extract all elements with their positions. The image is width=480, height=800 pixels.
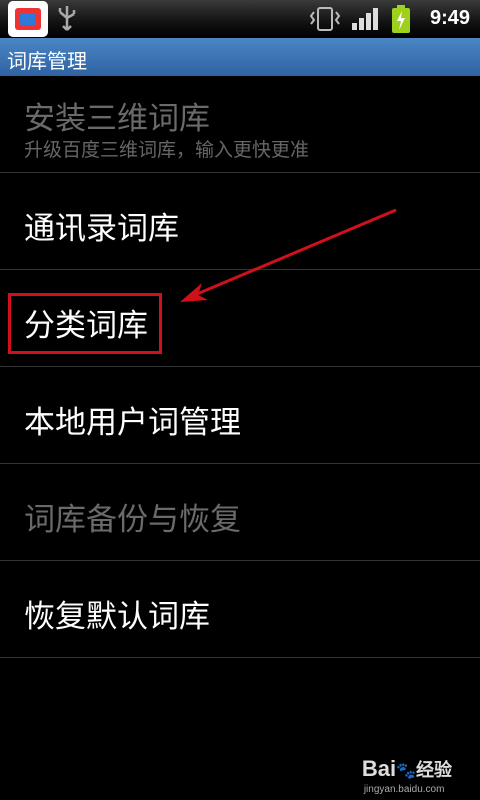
watermark-brand-2: 经验 <box>416 760 452 780</box>
list-item-summary: 升级百度三维词库，输入更快更准 <box>24 139 310 161</box>
watermark-url: jingyan.baidu.com <box>363 784 445 795</box>
page-title: 词库管理 <box>7 49 87 73</box>
paw-icon: 🐾 <box>396 763 416 780</box>
list-item-label: 安装三维词库 <box>24 101 210 137</box>
app-icon[interactable] <box>8 1 48 37</box>
list-item-backup-restore: 词库备份与恢复 <box>0 464 480 561</box>
list-item-install-3d-lexicon: 安装三维词库 升级百度三维词库，输入更快更准 <box>0 76 480 173</box>
list-item-label: 本地用户词管理 <box>24 405 241 441</box>
annotation-arrow <box>180 208 397 302</box>
list-item-label: 恢复默认词库 <box>24 599 210 635</box>
list-item-label: 词库备份与恢复 <box>24 502 241 538</box>
list-item-label: 通讯录词库 <box>24 211 179 247</box>
battery-charging-icon <box>392 5 410 33</box>
signal-icon <box>352 8 378 30</box>
annotation-highlight-box <box>8 293 162 354</box>
usb-icon <box>58 6 76 31</box>
baidu-jingyan-watermark: Bai🐾经验 jingyan.baidu.com <box>361 756 452 795</box>
status-clock: 9:49 <box>429 7 470 29</box>
title-bar: 词库管理 <box>0 38 480 76</box>
settings-list: 安装三维词库 升级百度三维词库，输入更快更准 通讯录词库 分类词库 本地用户词管… <box>0 76 480 658</box>
status-bar: 9:49 <box>0 0 480 39</box>
list-item-restore-default[interactable]: 恢复默认词库 <box>0 561 480 658</box>
vibrate-icon <box>309 7 341 31</box>
watermark-brand: Bai <box>361 756 397 781</box>
list-item-local-user-words[interactable]: 本地用户词管理 <box>0 367 480 464</box>
